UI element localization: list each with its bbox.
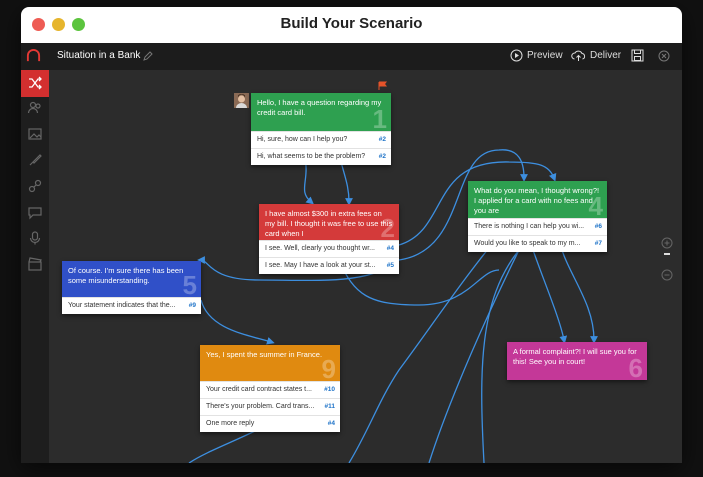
node-prompt-text: What do you mean, I thought wrong?! I ap… (474, 186, 600, 215)
preview-label: Preview (527, 50, 563, 62)
response-option[interactable]: I see. May I have a look at your st... #… (259, 257, 399, 274)
node-number: 5 (182, 270, 197, 297)
response-option[interactable]: There is nothing I can help you wi... #6 (468, 218, 607, 235)
response-target-tag: #4 (386, 245, 394, 252)
response-text: Your statement indicates that the... (68, 302, 176, 309)
dialogue-node[interactable]: Hello, I have a question regarding my cr… (251, 93, 391, 165)
node-number: 6 (628, 353, 643, 380)
app-logo-icon (26, 49, 41, 62)
deliver-button[interactable]: Deliver (571, 49, 621, 62)
response-text: One more reply (206, 420, 255, 427)
response-target-tag: #10 (324, 386, 335, 393)
node-prompt-text: I have almost $300 in extra fees on my b… (265, 209, 393, 238)
dialogue-node[interactable]: I have almost $300 in extra fees on my b… (259, 204, 399, 274)
save-icon[interactable] (631, 49, 644, 62)
title-bar: Build Your Scenario (21, 7, 682, 44)
share-icon[interactable] (27, 178, 43, 194)
response-target-tag: #9 (188, 302, 196, 309)
node-prompt: What do you mean, I thought wrong?! I ap… (468, 181, 607, 218)
node-prompt: Of course. I'm sure there has been some … (62, 261, 201, 297)
dialogue-node[interactable]: Yes, I spent the summer in France. 9 You… (200, 345, 340, 432)
preview-button[interactable]: Preview (510, 49, 563, 62)
response-text: Would you like to speak to my m... (474, 240, 581, 247)
microphone-icon[interactable] (27, 230, 43, 246)
node-prompt-text: Yes, I spent the summer in France. (206, 350, 323, 359)
zoom-level-indicator[interactable] (664, 253, 670, 255)
dialogue-node[interactable]: Of course. I'm sure there has been some … (62, 261, 201, 314)
response-target-tag: #2 (378, 136, 386, 143)
response-text: Hi, what seems to be the problem? (257, 153, 366, 160)
close-icon[interactable] (658, 50, 670, 62)
response-target-tag: #11 (324, 403, 336, 410)
node-prompt-text: Of course. I'm sure there has been some … (68, 266, 184, 285)
node-prompt: Hello, I have a question regarding my cr… (251, 93, 391, 131)
response-option[interactable]: I see. Well, clearly you thought wr... #… (259, 240, 399, 257)
response-target-tag: #2 (378, 153, 386, 160)
response-text: I see. Well, clearly you thought wr... (265, 245, 375, 252)
response-target-tag: #6 (594, 223, 602, 230)
response-option[interactable]: Your credit card contract states t... #1… (200, 381, 340, 398)
start-flag-icon (378, 81, 387, 90)
response-option[interactable]: One more reply #4 (200, 415, 340, 432)
avatar (234, 93, 249, 108)
image-icon[interactable] (27, 126, 43, 142)
response-text: I see. May I have a look at your st... (265, 262, 376, 269)
response-target-tag: #7 (594, 240, 602, 247)
clapperboard-icon[interactable] (27, 256, 43, 272)
deliver-label: Deliver (590, 50, 622, 62)
response-option[interactable]: Your statement indicates that the... #9 (62, 297, 201, 314)
response-target-tag: #5 (386, 262, 394, 269)
response-text: Hi, sure, how can I help you? (257, 136, 348, 143)
node-prompt: A formal complaint?! I will sue you for … (507, 342, 647, 380)
response-text: Your credit card contract states t... (206, 386, 312, 393)
person-photo-icon (234, 93, 249, 108)
play-icon (510, 49, 523, 62)
node-number: 4 (588, 191, 603, 218)
response-option[interactable]: Would you like to speak to my m... #7 (468, 235, 607, 252)
response-text: There is nothing I can help you wi... (474, 223, 585, 230)
brush-icon[interactable] (27, 152, 43, 168)
node-prompt: Yes, I spent the summer in France. 9 (200, 345, 340, 381)
dialogue-node[interactable]: What do you mean, I thought wrong?! I ap… (468, 181, 607, 252)
people-icon[interactable] (27, 100, 43, 116)
cloud-upload-icon (571, 50, 586, 61)
node-prompt: I have almost $300 in extra fees on my b… (259, 204, 399, 240)
node-number: 1 (372, 104, 387, 131)
response-text: There's your problem. Card trans... (206, 403, 315, 410)
response-option[interactable]: Hi, sure, how can I help you? #2 (251, 131, 391, 148)
response-option[interactable]: There's your problem. Card trans... #11 (200, 398, 340, 415)
response-option[interactable]: Hi, what seems to be the problem? #2 (251, 148, 391, 165)
scenario-name[interactable]: Situation in a Bank (57, 50, 140, 61)
node-prompt-text: Hello, I have a question regarding my cr… (257, 98, 382, 117)
node-number: 2 (380, 213, 395, 240)
window-title: Build Your Scenario (280, 15, 423, 32)
node-prompt-text: A formal complaint?! I will sue you for … (513, 347, 637, 366)
dialogue-node[interactable]: A formal complaint?! I will sue you for … (507, 342, 647, 380)
zoom-out-icon[interactable] (661, 269, 673, 281)
node-number: 9 (321, 354, 336, 381)
response-target-tag: #4 (327, 420, 335, 427)
branch-icon (29, 76, 42, 90)
edit-pencil-icon[interactable] (142, 50, 154, 62)
chat-icon[interactable] (27, 204, 43, 220)
zoom-in-icon[interactable] (661, 237, 673, 249)
